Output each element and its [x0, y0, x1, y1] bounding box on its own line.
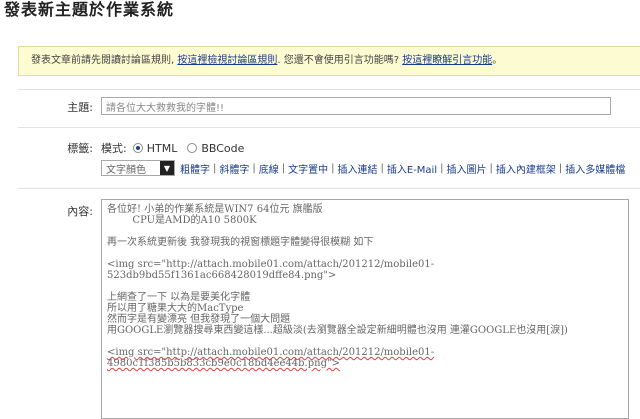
rules-link[interactable]: 按這裡檢視討論區規則 — [177, 55, 277, 66]
divider — [18, 89, 640, 90]
separator: | — [281, 162, 286, 174]
insert-image-button[interactable]: 插入圖片 — [447, 161, 487, 176]
insert-link-button[interactable]: 插入連結 — [338, 161, 378, 176]
insert-media-button[interactable]: 插入多媒體檔 — [565, 161, 625, 176]
content-line — [107, 336, 623, 347]
mode-bbcode-radio[interactable] — [187, 143, 198, 153]
content-line: 上網查了一下 以為是要美化字體 — [107, 292, 251, 303]
separator: | — [440, 162, 444, 174]
notice-middle: . 您還不會使用引言功能嗎? — [277, 55, 403, 66]
italic-button[interactable]: 斜體字 — [219, 161, 249, 176]
separator: | — [331, 162, 335, 174]
underline-button[interactable]: 底線 — [259, 161, 279, 176]
content-line — [107, 226, 623, 237]
content-line: 所以用了糖果大大的MacType — [107, 303, 244, 314]
page-title: 發表新主題於作業系統 — [4, 0, 175, 19]
content-line: 各位好! 小弟的作業系統是WIN7 64位元 旗艦版 — [107, 204, 323, 215]
insert-email-button[interactable]: 插入E-Mail — [387, 161, 437, 176]
chevron-down-icon[interactable]: ▼ — [160, 161, 174, 175]
text-color-select[interactable]: 文字顏色 ▼ — [101, 160, 175, 176]
content-line: <img src="http://attach.mobile01.com/att… — [107, 259, 435, 270]
tags-label: 標籤: — [67, 142, 93, 155]
subject-label: 主題: — [67, 101, 93, 114]
separator: | — [380, 162, 384, 174]
mode-label: 模式: — [101, 142, 127, 155]
mode-bbcode-label[interactable]: BBCode — [201, 142, 244, 155]
mode-html-label[interactable]: HTML — [147, 142, 178, 155]
divider — [18, 127, 640, 128]
content-line: <img src="http://attach.mobile01.com/att… — [107, 347, 435, 358]
mode-selector: 模式: HTML BBCode — [101, 140, 244, 156]
bold-button[interactable]: 粗體字 — [180, 161, 210, 176]
content-line — [107, 248, 623, 259]
content-textarea[interactable]: 各位好! 小弟的作業系統是WIN7 64位元 旗艦版 CPU是AMD的A10 5… — [101, 199, 629, 419]
separator: | — [213, 162, 217, 174]
formatting-toolbar: 文字顏色 ▼ 粗體字 | 斜體字 | 底線 | 文字置中 | 插入連結 | 插入E-Mai… — [101, 160, 625, 176]
posting-notice: 發表文章前請先閱讀討論區規則, 按這裡檢視討論區規則. 您還不會使用引言功能嗎?… — [18, 46, 640, 76]
content-label: 內容: — [67, 205, 93, 218]
content-line: 然而字是有變漂亮 但我發現了一個大問題 — [107, 314, 291, 325]
center-text-button[interactable]: 文字置中 — [288, 161, 328, 176]
content-line: 再一次系統更新後 我發現我的視窗標題字體變得很模糊 如下 — [107, 237, 374, 248]
content-line: 523db9bd55f1361ac668428019dffe84.png"> — [107, 270, 337, 281]
separator: | — [252, 162, 256, 174]
divider — [18, 188, 640, 189]
notice-prefix: 發表文章前請先閱讀討論區規則, — [31, 55, 178, 66]
separator: | — [489, 162, 493, 174]
content-line — [107, 281, 623, 292]
content-line: 4980c1f385b5b833cb9e0c18bd4ee44b.png"> — [107, 358, 340, 369]
content-line: CPU是AMD的A10 5800K — [107, 215, 257, 226]
subject-input[interactable] — [101, 97, 611, 115]
notice-suffix: 。 — [492, 55, 503, 66]
quote-help-link[interactable]: 按這裡瞭解引言功能 — [402, 55, 492, 66]
separator: | — [558, 162, 563, 174]
text-color-value: 文字顏色 — [106, 164, 146, 176]
content-line: 用GOOGLE瀏覽器搜尋東西變這樣...超級淡(去瀏覽器全設定新細明體也沒用 連… — [107, 325, 568, 336]
mode-html-radio[interactable] — [132, 143, 143, 153]
insert-iframe-button[interactable]: 插入內建框架 — [496, 161, 556, 176]
